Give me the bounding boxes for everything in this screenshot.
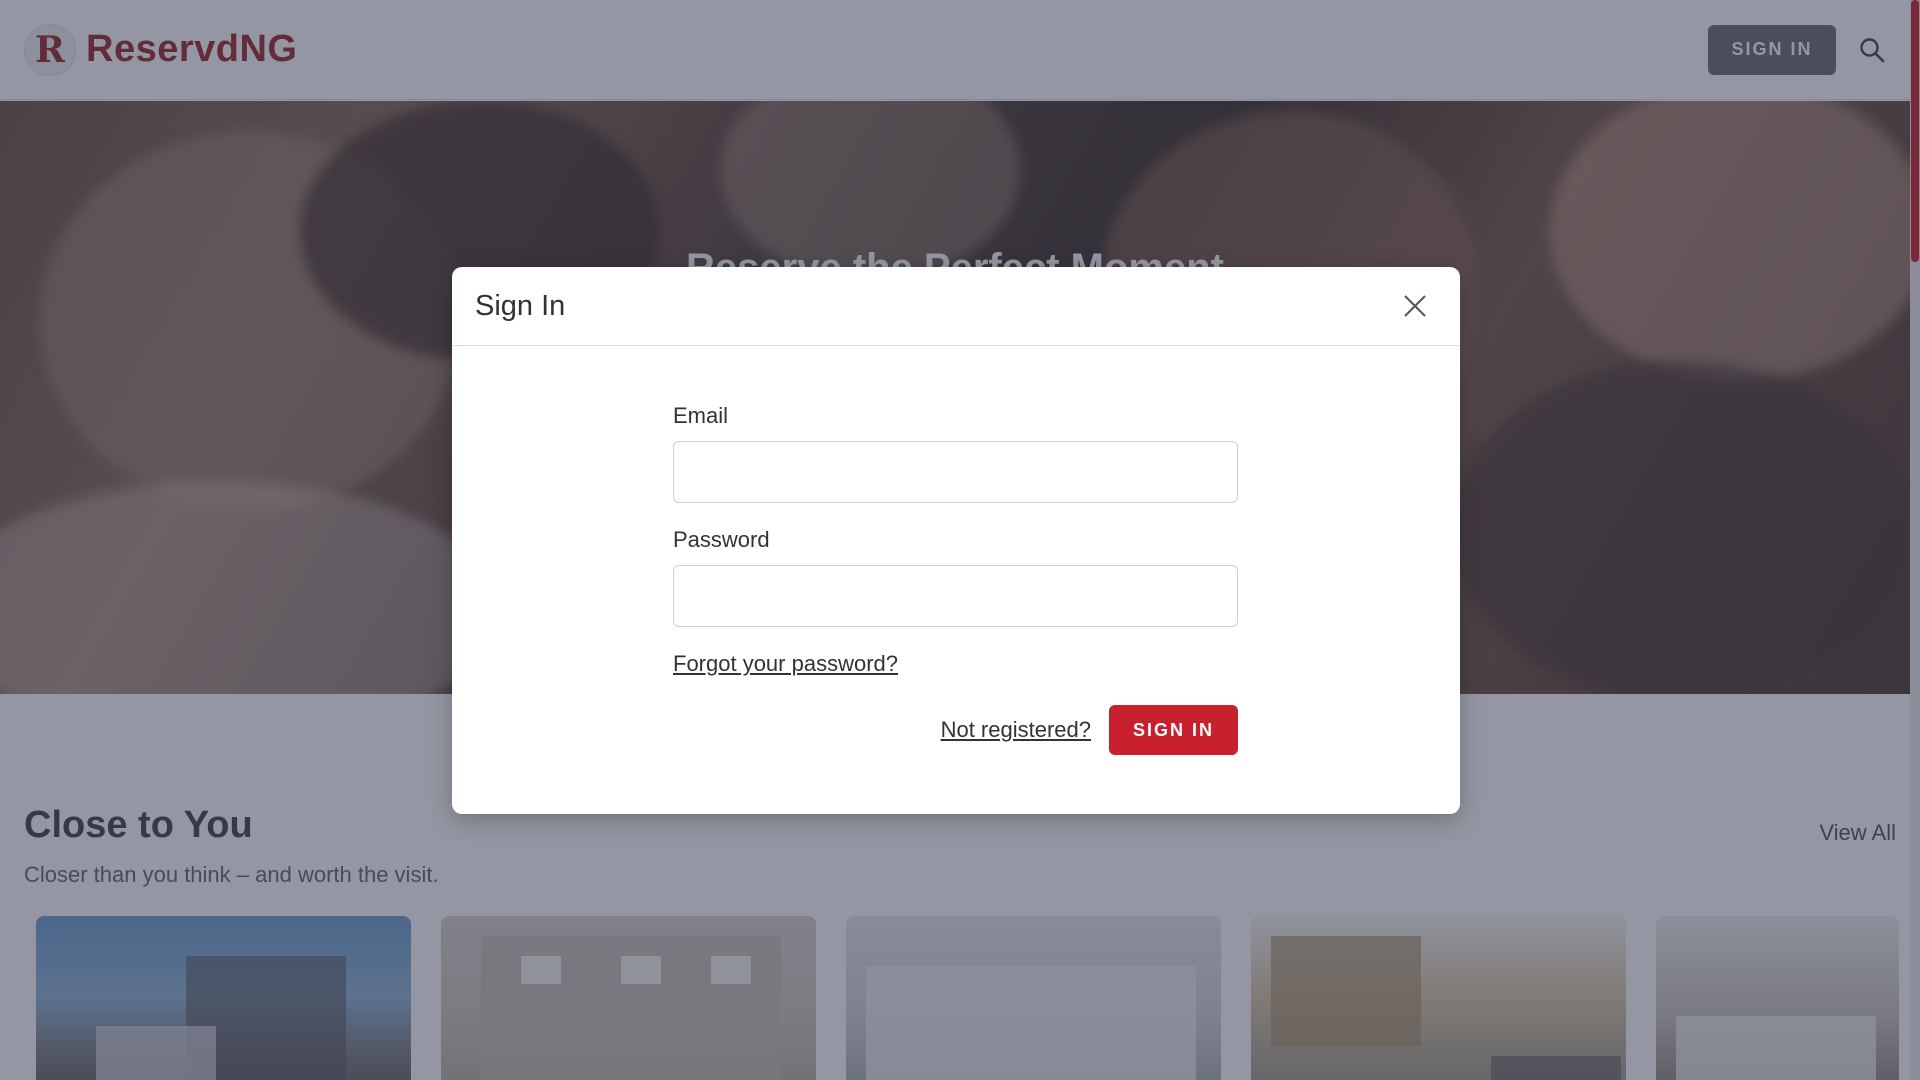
- form-actions: Not registered? SIGN IN: [673, 705, 1238, 755]
- page: R ReservdNG SIGN IN Reserve the Perfect …: [0, 0, 1920, 1080]
- signin-form: Email Password Forgot your password? Not…: [673, 403, 1238, 755]
- password-field[interactable]: [673, 565, 1238, 627]
- email-field[interactable]: [673, 441, 1238, 503]
- modal-header: Sign In: [452, 267, 1460, 346]
- not-registered-link[interactable]: Not registered?: [941, 717, 1091, 743]
- signin-button[interactable]: SIGN IN: [1109, 705, 1238, 755]
- signin-modal: Sign In Email Password Forgot your passw…: [452, 267, 1460, 814]
- close-icon[interactable]: [1393, 284, 1437, 328]
- password-group: Password: [673, 527, 1238, 627]
- modal-title: Sign In: [475, 289, 566, 322]
- email-label: Email: [673, 403, 729, 428]
- password-label: Password: [673, 527, 770, 552]
- forgot-password-link[interactable]: Forgot your password?: [673, 651, 898, 677]
